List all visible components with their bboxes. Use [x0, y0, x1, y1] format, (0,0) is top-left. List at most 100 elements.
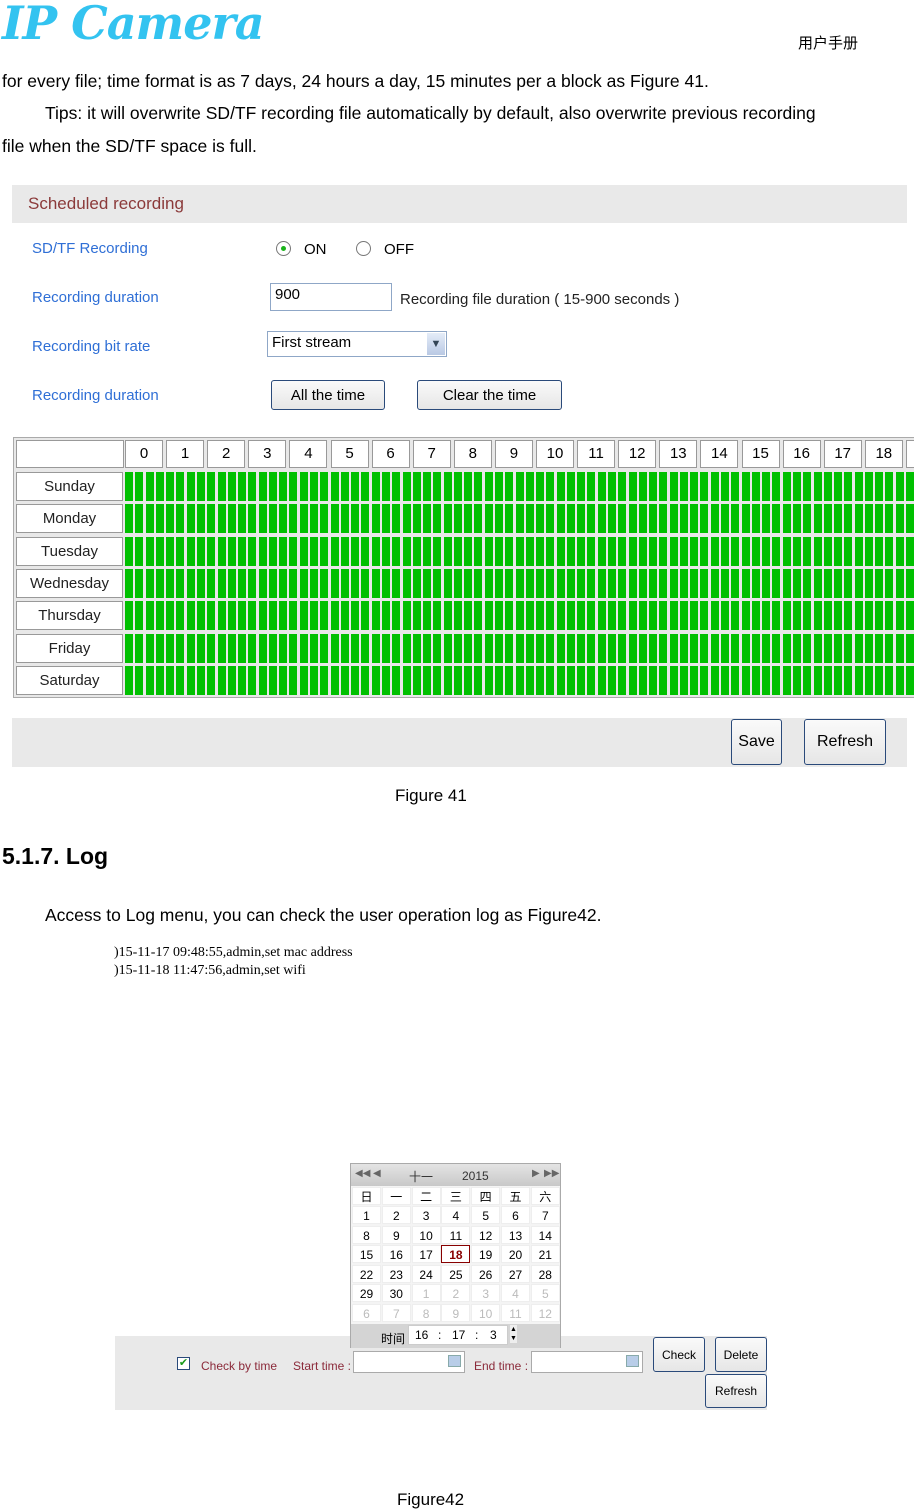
time-block[interactable]: [628, 568, 637, 598]
time-block[interactable]: [608, 568, 616, 598]
time-block[interactable]: [340, 504, 349, 534]
time-block[interactable]: [166, 472, 175, 501]
time-block[interactable]: [453, 568, 462, 598]
time-block[interactable]: [443, 601, 452, 631]
time-block[interactable]: [227, 601, 236, 631]
time-block[interactable]: [875, 601, 884, 631]
time-block[interactable]: [166, 504, 175, 534]
time-block[interactable]: [299, 536, 308, 566]
time-block[interactable]: [258, 601, 267, 631]
time-block[interactable]: [618, 472, 627, 501]
time-block[interactable]: [700, 601, 709, 631]
time-block[interactable]: [905, 472, 914, 501]
time-block[interactable]: [649, 504, 658, 534]
time-block[interactable]: [443, 633, 452, 663]
off-radio[interactable]: [356, 241, 371, 256]
day-label[interactable]: Thursday: [16, 601, 123, 631]
time-block[interactable]: [813, 536, 822, 566]
time-block[interactable]: [186, 601, 195, 631]
time-block[interactable]: [268, 472, 277, 501]
time-block[interactable]: [546, 536, 555, 566]
time-block[interactable]: [340, 665, 349, 695]
time-block[interactable]: [700, 665, 709, 695]
time-block[interactable]: [690, 568, 699, 598]
time-block[interactable]: [423, 472, 431, 501]
time-block[interactable]: [741, 665, 750, 695]
time-block[interactable]: [464, 472, 473, 501]
time-block[interactable]: [371, 633, 380, 663]
time-block[interactable]: [875, 568, 884, 598]
hour-header[interactable]: 11: [577, 440, 616, 468]
calendar-day[interactable]: 28: [530, 1264, 560, 1283]
time-block[interactable]: [135, 633, 144, 663]
time-block[interactable]: [525, 601, 534, 631]
time-block[interactable]: [289, 504, 298, 534]
time-block[interactable]: [453, 472, 462, 501]
time-block[interactable]: [628, 665, 637, 695]
time-block[interactable]: [895, 568, 904, 598]
time-block[interactable]: [494, 536, 503, 566]
time-block[interactable]: [515, 633, 524, 663]
calendar-day[interactable]: 2: [381, 1206, 411, 1224]
time-block[interactable]: [885, 536, 894, 566]
time-block[interactable]: [484, 665, 493, 695]
time-block[interactable]: [608, 472, 616, 501]
time-block[interactable]: [197, 504, 205, 534]
time-block[interactable]: [566, 665, 575, 695]
chevron-down-icon[interactable]: ▼: [427, 333, 445, 355]
time-block[interactable]: [823, 536, 832, 566]
time-block[interactable]: [310, 472, 318, 501]
time-block[interactable]: [186, 472, 195, 501]
time-block[interactable]: [721, 633, 729, 663]
time-block[interactable]: [402, 665, 411, 695]
time-block[interactable]: [690, 633, 699, 663]
time-block[interactable]: [803, 536, 812, 566]
time-block[interactable]: [443, 504, 452, 534]
time-block[interactable]: [834, 536, 842, 566]
time-block[interactable]: [310, 665, 318, 695]
time-block[interactable]: [536, 633, 544, 663]
time-block[interactable]: [577, 504, 586, 534]
time-block[interactable]: [854, 472, 863, 501]
time-block[interactable]: [823, 568, 832, 598]
time-block[interactable]: [710, 472, 719, 501]
time-block[interactable]: [320, 601, 329, 631]
time-block[interactable]: [762, 601, 771, 631]
time-block[interactable]: [371, 472, 380, 501]
time-block[interactable]: [895, 472, 904, 501]
time-block[interactable]: [875, 536, 884, 566]
calendar-day[interactable]: 19: [471, 1245, 501, 1264]
time-block[interactable]: [762, 504, 771, 534]
calendar-day[interactable]: 10: [471, 1304, 501, 1322]
time-block[interactable]: [710, 601, 719, 631]
time-block[interactable]: [536, 601, 544, 631]
time-block[interactable]: [453, 665, 462, 695]
time-block[interactable]: [803, 504, 812, 534]
calendar-day[interactable]: 10: [411, 1225, 441, 1244]
time-block[interactable]: [659, 504, 668, 534]
time-block[interactable]: [669, 472, 678, 501]
time-block[interactable]: [381, 504, 390, 534]
time-block[interactable]: [823, 665, 832, 695]
time-block[interactable]: [772, 665, 781, 695]
time-block[interactable]: [721, 665, 729, 695]
time-block[interactable]: [731, 601, 740, 631]
time-block[interactable]: [145, 633, 154, 663]
time-block[interactable]: [125, 601, 133, 631]
calendar-day[interactable]: 25: [441, 1264, 471, 1283]
time-block[interactable]: [751, 601, 760, 631]
time-block[interactable]: [464, 568, 473, 598]
time-block[interactable]: [905, 536, 914, 566]
time-block[interactable]: [905, 601, 914, 631]
calendar-day[interactable]: 4: [441, 1206, 471, 1224]
time-block[interactable]: [690, 504, 699, 534]
time-block[interactable]: [268, 504, 277, 534]
time-block[interactable]: [268, 568, 277, 598]
time-block[interactable]: [320, 504, 329, 534]
time-block[interactable]: [741, 601, 750, 631]
time-block[interactable]: [217, 568, 226, 598]
all-the-time-button[interactable]: All the time: [271, 380, 385, 410]
time-block[interactable]: [453, 601, 462, 631]
time-block[interactable]: [751, 633, 760, 663]
time-block[interactable]: [741, 472, 750, 501]
